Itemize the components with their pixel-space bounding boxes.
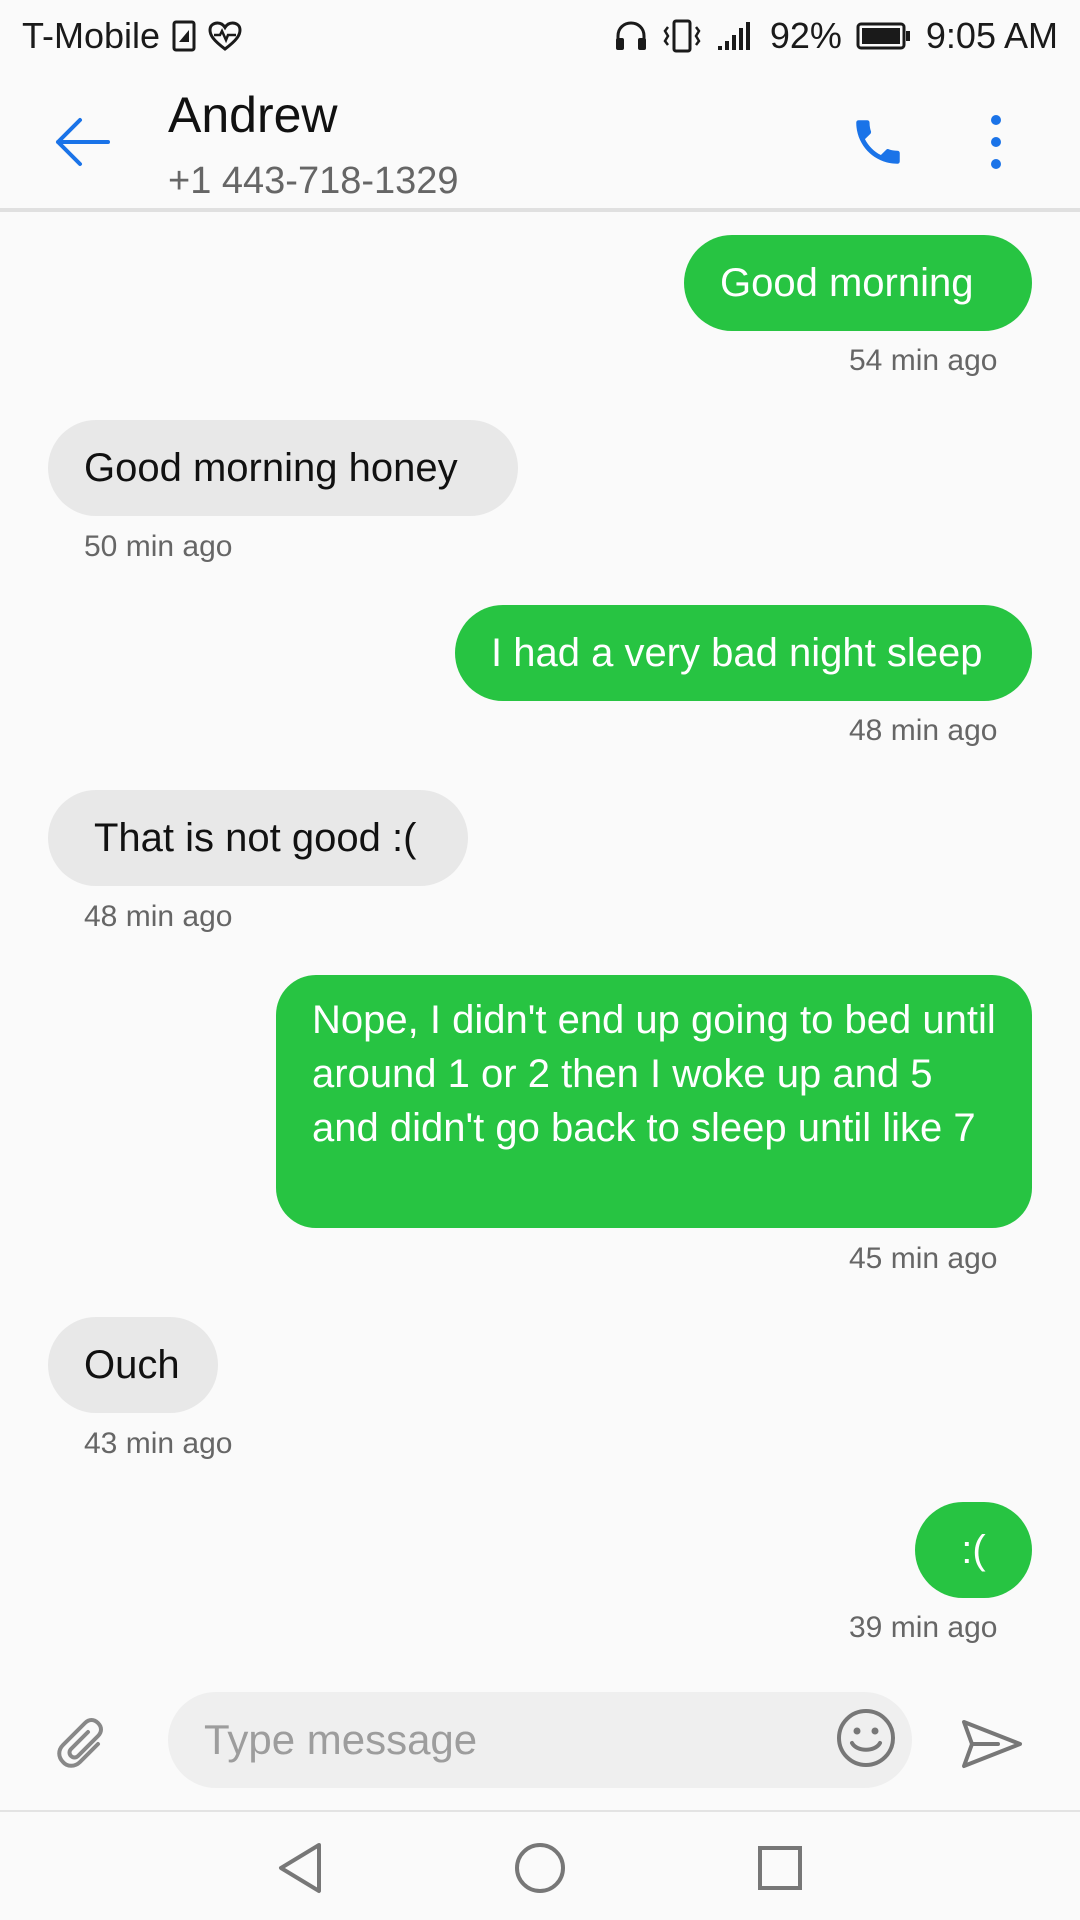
message-timestamp: 50 min ago [84, 530, 233, 563]
status-left: T-Mobile [22, 15, 242, 57]
message-timestamp: 54 min ago [849, 344, 998, 377]
message-timestamp: 48 min ago [849, 714, 998, 747]
message-list: Good morning 54 min ago Good morning hon… [0, 212, 1080, 1680]
back-arrow-icon [52, 116, 112, 173]
send-button[interactable] [954, 1710, 1030, 1782]
contact-name[interactable]: Andrew [168, 86, 338, 144]
message-bubble-outgoing[interactable]: I had a very bad night sleep [455, 605, 1032, 701]
attach-button[interactable] [48, 1710, 120, 1782]
send-icon [960, 1718, 1024, 1775]
message-input-container [168, 1692, 912, 1788]
nav-recent-apps-icon [756, 1844, 804, 1897]
status-right: 92% 9:05 AM [614, 15, 1058, 57]
heart-pulse-icon [208, 21, 242, 51]
message-text: Good morning honey [84, 446, 458, 490]
nav-back-button[interactable] [260, 1830, 340, 1910]
nav-back-icon [275, 1841, 325, 1900]
clock: 9:05 AM [925, 15, 1058, 56]
conversation-header: Andrew +1 443-718-1329 [0, 72, 1080, 212]
message-text: :( [961, 1528, 986, 1572]
paperclip-icon [54, 1714, 114, 1779]
nav-recent-apps-button[interactable] [740, 1830, 820, 1910]
message-bubble-outgoing[interactable]: Good morning [684, 235, 1032, 331]
contact-number: +1 443-718-1329 [168, 160, 459, 202]
call-button[interactable] [842, 108, 914, 180]
message-timestamp: 43 min ago [84, 1427, 233, 1460]
sim-card-icon [172, 20, 196, 52]
carrier-label: T-Mobile [22, 15, 161, 56]
nav-home-icon [513, 1841, 567, 1900]
message-bubble-incoming[interactable]: Ouch [48, 1317, 218, 1413]
message-timestamp: 39 min ago [849, 1611, 998, 1644]
message-bubble-incoming[interactable]: That is not good :( [48, 790, 468, 886]
headphones-icon [614, 20, 648, 52]
message-bubble-outgoing[interactable]: :( [915, 1502, 1032, 1598]
message-composer [0, 1680, 1080, 1812]
emoji-icon [835, 1707, 897, 1774]
message-text: I had a very bad night sleep [491, 631, 983, 675]
message-text: Nope, I didn't end up going to bed until… [312, 998, 996, 1150]
message-input[interactable] [204, 1692, 764, 1788]
nav-home-button[interactable] [500, 1830, 580, 1910]
emoji-button[interactable] [830, 1704, 902, 1776]
message-text: Ouch [84, 1343, 180, 1387]
status-bar: T-Mobile 92% 9:05 AM [0, 0, 1080, 72]
more-options-button[interactable] [970, 108, 1022, 180]
message-text: That is not good :( [94, 816, 417, 860]
messaging-screen: T-Mobile 92% 9:05 AM Andrew +1 443-718-1… [0, 0, 1080, 1920]
back-button[interactable] [42, 108, 122, 180]
vibrate-icon [662, 19, 702, 53]
message-text: Good morning [720, 261, 974, 305]
message-bubble-outgoing[interactable]: Nope, I didn't end up going to bed until… [276, 975, 1032, 1228]
more-vertical-icon [990, 114, 1002, 175]
battery-icon [856, 21, 912, 51]
message-timestamp: 45 min ago [849, 1242, 998, 1275]
battery-percent: 92% [769, 15, 842, 56]
system-nav-bar [0, 1812, 1080, 1920]
phone-icon [849, 113, 907, 176]
signal-icon [716, 20, 756, 52]
message-timestamp: 48 min ago [84, 900, 233, 933]
message-bubble-incoming[interactable]: Good morning honey [48, 420, 518, 516]
